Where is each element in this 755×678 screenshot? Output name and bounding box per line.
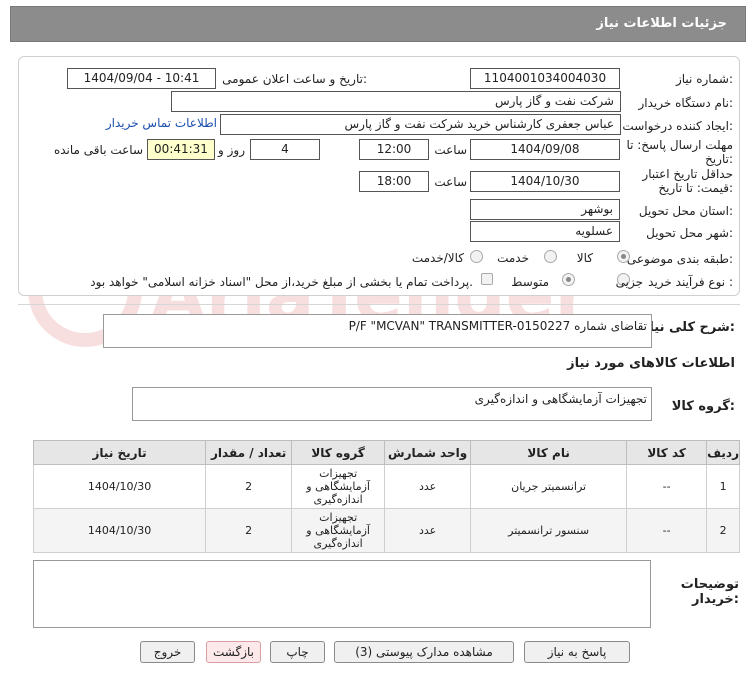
table-cell: تجهیزات آزمایشگاهی و اندازه‌گیری bbox=[291, 464, 386, 509]
table-cell: -- bbox=[626, 508, 708, 553]
items-table: ردیف کد کالا نام کالا واحد شمارش گروه کا… bbox=[32, 440, 740, 553]
table-cell: ترانسمیتر جریان bbox=[470, 464, 628, 509]
category-label: طبقه بندی موضوعی: bbox=[626, 252, 733, 266]
table-header: تاریخ نیاز bbox=[32, 440, 207, 465]
print-button[interactable]: چاپ bbox=[270, 641, 325, 663]
reply-button[interactable]: پاسخ به نیاز bbox=[524, 641, 630, 663]
deadline-date-field: 1404/09/08 bbox=[470, 139, 620, 160]
table-header: تعداد / مقدار bbox=[205, 440, 293, 465]
table-cell: تجهیزات آزمایشگاهی و اندازه‌گیری bbox=[291, 508, 386, 553]
deadline-label-2: تاریخ: bbox=[705, 152, 733, 166]
announce-field: 1404/09/04 - 10:41 bbox=[67, 68, 216, 89]
back-button[interactable]: بازگشت bbox=[206, 641, 261, 663]
table-header: گروه کالا bbox=[291, 440, 386, 465]
category-option-goods: کالا bbox=[576, 251, 593, 265]
table-header: ردیف bbox=[706, 440, 740, 465]
table-cell: 1404/10/30 bbox=[32, 464, 207, 509]
need-number-field: 1104001034004030 bbox=[470, 68, 620, 89]
goods-group-label: گروه کالا: bbox=[671, 399, 735, 414]
validity-date-field: 1404/10/30 bbox=[470, 171, 620, 192]
need-description-field: P/F "MCVAN" TRANSMITTER-تقاضای شماره 015… bbox=[103, 314, 652, 348]
need-number-label: شماره نیاز: bbox=[675, 72, 733, 86]
validity-time-label: ساعت bbox=[434, 175, 467, 189]
view-attachments-button[interactable]: مشاهده مدارک پیوستی (3) bbox=[334, 641, 514, 663]
city-field: عسلویه bbox=[470, 221, 620, 242]
province-label: استان محل تحویل: bbox=[638, 204, 733, 218]
table-row: 2 -- سنسور ترانسمیتر عدد تجهیزات آزمایشگ… bbox=[32, 508, 740, 553]
page-title-bar: جزئیات اطلاعات نیاز bbox=[10, 6, 746, 42]
city-label: شهر محل تحویل: bbox=[646, 226, 733, 240]
table-row: 1 -- ترانسمیتر جریان عدد تجهیزات آزمایشگ… bbox=[32, 464, 740, 509]
category-radio-service[interactable] bbox=[544, 250, 557, 263]
remaining-time-label: ساعت باقی مانده bbox=[53, 143, 143, 157]
table-header: واحد شمارش bbox=[384, 440, 472, 465]
announce-label: تاریخ و ساعت اعلان عمومی: bbox=[222, 72, 367, 86]
goods-group-text: تجهیزات آزمایشگاهی و اندازه‌گیری bbox=[474, 392, 647, 406]
page-title: جزئیات اطلاعات نیاز bbox=[596, 16, 727, 31]
process-option-medium: متوسط bbox=[511, 275, 549, 289]
table-cell: 2 bbox=[205, 464, 293, 509]
process-option-minor: جزیی bbox=[615, 275, 643, 289]
table-cell: 2 bbox=[706, 508, 740, 553]
table-cell: 1 bbox=[706, 464, 740, 509]
goods-group-field: تجهیزات آزمایشگاهی و اندازه‌گیری bbox=[132, 387, 652, 421]
table-header-row: ردیف کد کالا نام کالا واحد شمارش گروه کا… bbox=[32, 440, 740, 465]
table-cell: سنسور ترانسمیتر bbox=[470, 508, 628, 553]
validity-time-field: 18:00 bbox=[359, 171, 429, 192]
goods-info-title: اطلاعات کالاهای مورد نیاز bbox=[567, 356, 735, 371]
deadline-label: مهلت ارسال پاسخ: تا bbox=[626, 138, 733, 152]
buyer-notes-label-2: خریدار: bbox=[692, 592, 739, 607]
buyer-notes-label: توضیحات bbox=[680, 577, 739, 592]
buyer-contact-link[interactable]: اطلاعات تماس خریدار bbox=[106, 116, 217, 130]
category-option-goods-service: کالا/خدمت bbox=[411, 251, 464, 265]
process-radio-medium[interactable] bbox=[562, 273, 575, 286]
table-cell: 2 bbox=[205, 508, 293, 553]
treasury-payment-note: پرداخت تمام یا بخشی از مبلغ خرید،از محل … bbox=[90, 275, 473, 289]
need-description-text: P/F "MCVAN" TRANSMITTER-تقاضای شماره 015… bbox=[348, 319, 647, 333]
days-remaining-field: 4 bbox=[250, 139, 320, 160]
validity-label: حداقل تاریخ اعتبار bbox=[642, 167, 733, 181]
treasury-payment-checkbox[interactable] bbox=[481, 273, 493, 285]
creator-label: ایجاد کننده درخواست: bbox=[622, 119, 733, 133]
need-description-label: شرح کلی نیاز: bbox=[641, 320, 735, 335]
category-radio-goods-service[interactable] bbox=[470, 250, 483, 263]
table-header: نام کالا bbox=[470, 440, 628, 465]
buyer-notes-field bbox=[33, 560, 651, 628]
remaining-time-field: 00:41:31 bbox=[147, 139, 215, 160]
province-field: بوشهر bbox=[470, 199, 620, 220]
table-header: کد کالا bbox=[626, 440, 708, 465]
buyer-org-field: شرکت نفت و گاز پارس bbox=[171, 91, 621, 112]
deadline-time-field: 12:00 bbox=[359, 139, 429, 160]
days-label: روز و bbox=[218, 143, 245, 157]
category-option-service: خدمت bbox=[497, 251, 529, 265]
table-cell: عدد bbox=[384, 508, 472, 553]
exit-button[interactable]: خروج bbox=[140, 641, 195, 663]
process-label: نوع فرآیند خرید : bbox=[648, 275, 733, 289]
creator-field: عباس جعفری کارشناس خرید شرکت نفت و گاز پ… bbox=[220, 114, 621, 135]
validity-label-2: قیمت: تا تاریخ: bbox=[658, 181, 733, 195]
deadline-time-label: ساعت bbox=[434, 143, 467, 157]
table-cell: -- bbox=[626, 464, 708, 509]
buyer-org-label: نام دستگاه خریدار: bbox=[638, 96, 734, 110]
category-radio-goods[interactable] bbox=[617, 250, 630, 263]
table-cell: عدد bbox=[384, 464, 472, 509]
table-cell: 1404/10/30 bbox=[32, 508, 207, 553]
